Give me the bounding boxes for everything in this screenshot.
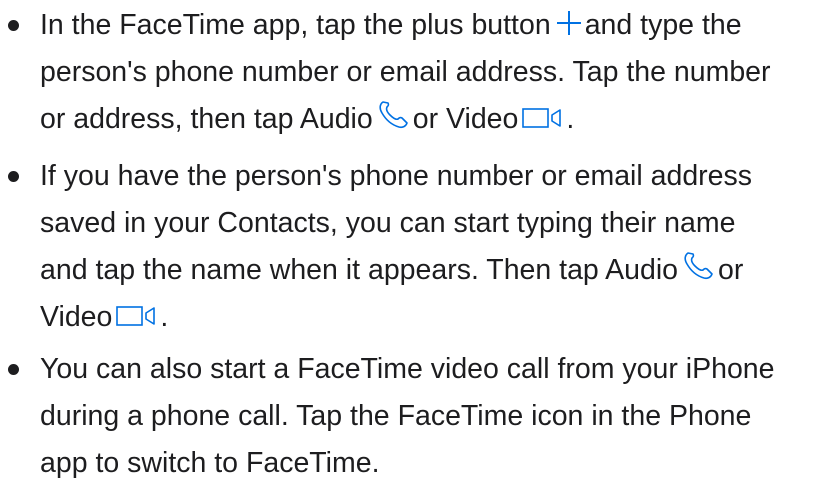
text-segment: Video — [40, 301, 113, 333]
text-line: or address, then tap Audio or Video. — [40, 96, 831, 143]
plus-icon — [555, 9, 583, 37]
text-line: person's phone number or email address. … — [40, 56, 771, 88]
bullet — [8, 364, 19, 375]
text-segment: and type the — [584, 9, 742, 41]
text-line: app to switch to FaceTime. — [40, 447, 380, 479]
text-segment: . — [566, 103, 575, 135]
text-segment: . — [160, 301, 169, 333]
phone-icon — [682, 250, 714, 280]
bullet — [8, 171, 19, 182]
text-segment: and tap the name when it appears. Then t… — [40, 254, 679, 286]
list-item: You can also start a FaceTime video call… — [0, 346, 831, 487]
text-line: saved in your Contacts, you can start ty… — [40, 207, 736, 239]
text-segment: or Video — [412, 103, 519, 135]
list-item: In the FaceTime app, tap the plus button… — [0, 2, 831, 143]
text-line: You can also start a FaceTime video call… — [40, 353, 775, 385]
text-segment: or — [718, 254, 744, 286]
list-item: If you have the person's phone number or… — [0, 153, 831, 341]
instructions-list: In the FaceTime app, tap the plus button… — [0, 0, 831, 479]
bullet — [8, 20, 19, 31]
text-line: and tap the name when it appears. Then t… — [40, 247, 831, 294]
text-line: during a phone call. Tap the FaceTime ic… — [40, 400, 752, 432]
text-segment: or address, then tap Audio — [40, 103, 373, 135]
phone-icon — [377, 99, 409, 129]
text-segment: In the FaceTime app, tap the plus button — [40, 9, 551, 41]
text-line: If you have the person's phone number or… — [40, 160, 753, 192]
video-camera-icon — [116, 305, 160, 327]
video-camera-icon — [522, 107, 566, 129]
text-line: Video. — [40, 294, 831, 341]
text-line: In the FaceTime app, tap the plus button… — [40, 2, 831, 49]
